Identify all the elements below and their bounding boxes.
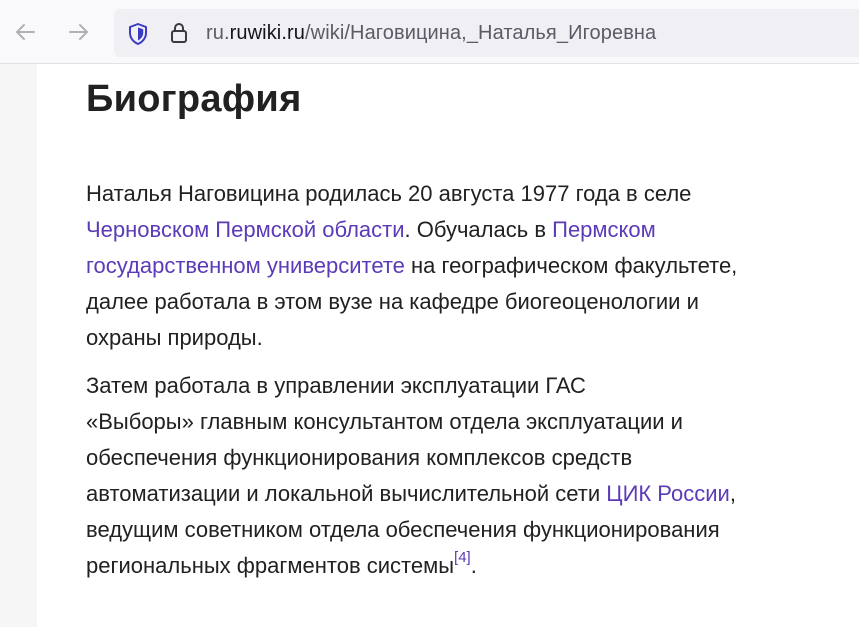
- url-text[interactable]: ru.ruwiki.ru/wiki/Наговицина,_Наталья_Иг…: [206, 22, 656, 45]
- back-button[interactable]: [10, 17, 40, 47]
- p2-line6-end: .: [470, 553, 477, 578]
- p2-line2: «Выборы» главным консультантом отдела эк…: [86, 409, 683, 434]
- forward-button[interactable]: [64, 17, 94, 47]
- url-prefix: ru.: [206, 22, 230, 44]
- article-content: Биография Наталья Наговицина родилась 20…: [37, 64, 859, 627]
- arrow-right-icon: [69, 24, 88, 40]
- address-bar[interactable]: ru.ruwiki.ru/wiki/Наговицина,_Наталья_Иг…: [114, 9, 859, 57]
- p2-line5: ведущим советником отдела обеспечения фу…: [86, 517, 720, 542]
- p1-line5: охраны природы.: [86, 325, 263, 350]
- biography-paragraph-2: Затем работала в управлении эксплуатации…: [86, 368, 846, 584]
- tracking-protection-shield-icon[interactable]: [127, 22, 149, 51]
- p2-line4-end: ,: [729, 481, 736, 506]
- left-margin: [0, 64, 37, 627]
- p2-line6-text: региональных фрагментов системы: [86, 553, 455, 578]
- reference-superscript: [4]: [454, 549, 471, 566]
- link-chernovskoe[interactable]: Черновском Пермской области: [86, 217, 405, 242]
- lock-icon[interactable]: [169, 21, 189, 50]
- reference-link-4[interactable]: [4]: [454, 549, 471, 566]
- p2-line4-text: автоматизации и локальной вычислительной…: [86, 481, 607, 506]
- p1-text3: на географическом факультете,: [404, 253, 738, 278]
- p1-text2: . Обучалась в: [404, 217, 553, 242]
- url-domain: ruwiki.ru: [229, 22, 305, 44]
- arrow-left-icon: [16, 24, 35, 40]
- p2-line1: Затем работала в управлении эксплуатации…: [86, 373, 586, 398]
- url-path: /wiki/Наговицина,_Наталья_Игоревна: [305, 22, 657, 44]
- biography-paragraph-1: Наталья Наговицина родилась 20 августа 1…: [86, 176, 846, 356]
- p1-line1: Наталья Наговицина родилась 20 августа 1…: [86, 181, 692, 206]
- browser-toolbar: ru.ruwiki.ru/wiki/Наговицина,_Наталья_Иг…: [0, 0, 859, 64]
- link-perm-university-part1[interactable]: Пермском: [552, 217, 656, 242]
- p1-line4: далее работала в этом вузе на кафедре би…: [86, 289, 699, 314]
- link-cik-russia[interactable]: ЦИК России: [606, 481, 730, 506]
- link-perm-university-part2[interactable]: государственном университете: [86, 253, 405, 278]
- section-heading: Биография: [86, 78, 302, 120]
- p2-line3: обеспечения функционирования комплексов …: [86, 445, 633, 470]
